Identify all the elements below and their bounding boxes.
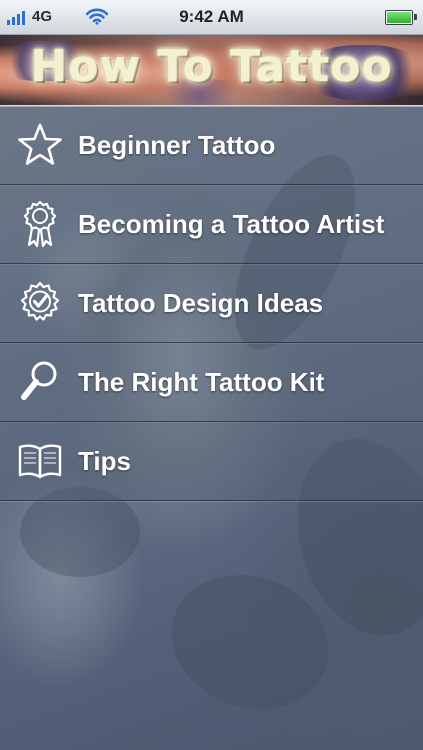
magnifier-icon	[16, 358, 64, 406]
menu-item-design-ideas[interactable]: Tattoo Design Ideas	[0, 264, 423, 343]
status-bar: 4G 9:42 AM	[0, 0, 423, 35]
battery-icon	[385, 10, 417, 25]
clock: 9:42 AM	[179, 7, 244, 26]
ribbon-badge-icon	[16, 200, 64, 248]
menu-item-label: Tips	[78, 445, 131, 476]
open-book-icon	[16, 437, 64, 485]
main-menu: Beginner Tattoo Becoming a Tattoo Artist	[0, 106, 423, 501]
menu-item-label: Tattoo Design Ideas	[78, 287, 324, 318]
app-screen: 4G 9:42 AM How To Tattoo Beginner Tattoo…	[0, 0, 423, 750]
menu-item-beginner-tattoo[interactable]: Beginner Tattoo	[0, 106, 423, 185]
menu-item-label: The Right Tattoo Kit	[78, 366, 325, 397]
menu-item-becoming-artist[interactable]: Becoming a Tattoo Artist	[0, 185, 423, 264]
check-badge-icon	[16, 279, 64, 327]
menu-item-label: Becoming a Tattoo Artist	[78, 208, 385, 239]
menu-item-label: Beginner Tattoo	[78, 129, 276, 160]
header-banner: How To Tattoo	[0, 35, 423, 107]
menu-item-tips[interactable]: Tips	[0, 422, 423, 501]
app-title: How To Tattoo	[30, 41, 393, 92]
menu-item-tattoo-kit[interactable]: The Right Tattoo Kit	[0, 343, 423, 422]
star-icon	[16, 121, 64, 169]
